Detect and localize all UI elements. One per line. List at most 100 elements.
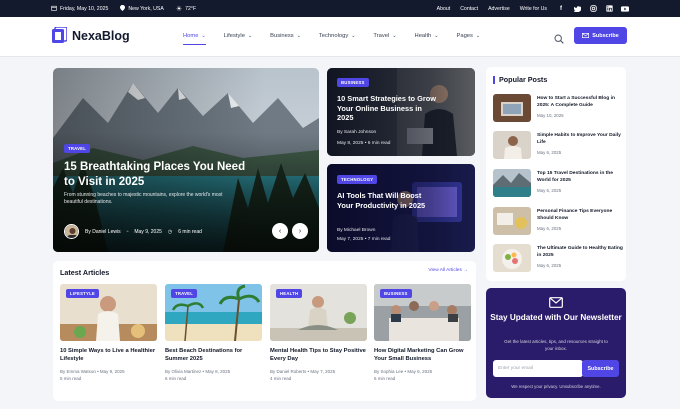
facebook-icon[interactable]: f	[557, 5, 565, 13]
hero-title[interactable]: 15 Breathtaking Places You Need to Visit…	[64, 160, 254, 189]
twitter-icon[interactable]	[573, 5, 581, 13]
next-slide-button[interactable]: ›	[292, 223, 308, 239]
nav-label: Technology	[318, 33, 349, 39]
location-pin-icon	[120, 4, 126, 13]
featured-hero-card[interactable]: TRAVEL 15 Breathtaking Places You Need t…	[53, 68, 319, 252]
author-name[interactable]: By Sophia Lee	[374, 369, 403, 374]
category-badge[interactable]: TRAVEL	[171, 289, 198, 298]
nav-item-travel[interactable]: Travel ⌄	[373, 33, 396, 39]
side-card-technology[interactable]: TECHNOLOGY AI Tools That Will Boost Your…	[327, 164, 475, 252]
search-icon[interactable]	[554, 31, 564, 44]
author-name[interactable]: By Daniel Roberts	[270, 369, 306, 374]
category-badge[interactable]: BUSINESS	[380, 289, 412, 298]
article-card[interactable]: LIFESTYLE 10 Simple Ways to Live a Healt…	[60, 284, 157, 382]
post-date: May 6, 2025	[537, 187, 562, 193]
popular-post-item[interactable]: Personal Finance Tips Everyone Should Kn…	[493, 207, 623, 235]
nav-label: Health	[414, 33, 432, 39]
category-badge[interactable]: HEALTH	[276, 289, 303, 298]
author-name[interactable]: By Emma Watson	[60, 369, 96, 374]
sun-icon: ☀	[175, 5, 183, 13]
popular-post-item[interactable]: Simple Habits to Improve Your Daily Life…	[493, 131, 623, 159]
category-badge[interactable]: BUSINESS	[337, 78, 369, 87]
post-date: May 7, 2025	[310, 369, 336, 374]
article-title[interactable]: How Digital Marketing Can Grow Your Smal…	[374, 347, 471, 363]
article-title[interactable]: Mental Health Tips to Stay Positive Ever…	[270, 347, 367, 363]
category-badge[interactable]: TRAVEL	[64, 144, 91, 153]
accent-bar	[493, 75, 495, 84]
post-title[interactable]: The Ultimate Guide to Healthy Eating in …	[537, 246, 623, 260]
side-card-business[interactable]: BUSINESS 10 Smart Strategies to Grow You…	[327, 68, 475, 156]
post-title[interactable]: Simple Habits to Improve Your Daily Life	[537, 133, 623, 147]
nav-item-business[interactable]: Business ⌄	[270, 33, 301, 39]
article-card[interactable]: BUSINESS How Digital Marketing Can Grow …	[374, 284, 471, 382]
arrow-right-icon: →	[463, 268, 468, 273]
article-meta: By Sophia Lee • May 6, 2025 6 min read	[374, 369, 433, 381]
subscribe-button[interactable]: Subscribe	[574, 27, 627, 44]
popular-post-item[interactable]: Top 15 Travel Destinations in the World …	[493, 169, 623, 197]
nav-label: Travel	[373, 33, 390, 39]
post-title[interactable]: Top 15 Travel Destinations in the World …	[537, 171, 623, 185]
post-title[interactable]: How to Start a Successful Blog in 2025: …	[537, 96, 623, 110]
author-name[interactable]: By Olivia Martinez	[165, 369, 201, 374]
category-badge[interactable]: TECHNOLOGY	[337, 175, 378, 184]
date-text: Friday, May 10, 2025	[60, 5, 109, 12]
location-text: New York, USA	[128, 5, 164, 12]
view-all-link[interactable]: View All Articles →	[428, 268, 468, 273]
chevron-down-icon: ⌄	[201, 33, 206, 39]
envelope-icon	[549, 295, 563, 313]
post-thumbnail	[493, 244, 531, 272]
post-date: May 8, 2025	[337, 141, 364, 146]
chevron-down-icon: ⌄	[247, 33, 253, 39]
newsletter-widget: Stay Updated with Our Newsletter Get the…	[486, 288, 626, 398]
nav-item-lifestyle[interactable]: Lifestyle ⌄	[224, 33, 252, 39]
side-card-author[interactable]: By Michael Brown	[337, 228, 375, 233]
post-date: May 7, 2025	[337, 237, 364, 242]
post-thumbnail	[493, 131, 531, 159]
nav-item-health[interactable]: Health ⌄	[415, 33, 439, 39]
link-advertise[interactable]: Advertise	[488, 6, 510, 12]
prev-slide-button[interactable]: ‹	[272, 223, 288, 239]
side-card-author[interactable]: By Sarah Johnson	[337, 130, 376, 135]
article-title[interactable]: Best Beach Destinations for Summer 2025	[165, 347, 262, 363]
calendar-icon	[51, 5, 57, 13]
article-meta: By Olivia Martinez • May 8, 2025 6 min re…	[165, 369, 231, 381]
side-card-title[interactable]: 10 Smart Strategies to Grow Your Online …	[337, 94, 437, 123]
linkedin-icon[interactable]	[605, 5, 613, 13]
privacy-note: We respect your privacy. Unsubscribe any…	[511, 384, 601, 389]
side-card-title[interactable]: AI Tools That Will Boost Your Productivi…	[337, 191, 437, 210]
article-image: TRAVEL	[165, 284, 262, 341]
author-avatar	[64, 224, 79, 239]
newsletter-description: Get the latest articles, tips, and resou…	[504, 339, 608, 351]
link-contact[interactable]: Contact	[460, 6, 478, 12]
article-image: HEALTH	[270, 284, 367, 341]
main-nav: Home ⌄ Lifestyle ⌄ Business ⌄ Technology ⌄ T…	[183, 33, 498, 45]
link-about[interactable]: About	[437, 6, 451, 12]
article-meta: By Daniel Roberts • May 7, 2025 4 min rea…	[270, 369, 336, 381]
newsletter-subscribe-button[interactable]: Subscribe	[582, 360, 619, 377]
article-title[interactable]: 10 Simple Ways to Live a Healthier Lifes…	[60, 347, 157, 363]
post-date: May 6, 2025	[537, 225, 562, 231]
site-logo[interactable]: NexaBlog	[52, 26, 130, 44]
category-badge[interactable]: LIFESTYLE	[66, 289, 99, 298]
youtube-icon[interactable]	[621, 5, 629, 13]
read-time: 6 min read	[367, 141, 391, 146]
link-write-for-us[interactable]: Write for Us	[520, 6, 547, 12]
instagram-icon[interactable]	[589, 5, 597, 13]
email-field[interactable]: Enter your email	[493, 360, 583, 377]
post-date: May 8, 2025	[205, 369, 231, 374]
nav-item-home[interactable]: Home ⌄	[183, 33, 206, 45]
popular-post-item[interactable]: How to Start a Successful Blog in 2025: …	[493, 94, 623, 122]
date-info: Friday, May 10, 2025	[51, 5, 108, 13]
read-time: 7 min read	[367, 237, 391, 242]
author-name[interactable]: By Daniel Lewis	[85, 229, 121, 235]
hero-description: From stunning beaches to majestic mounta…	[64, 192, 223, 205]
read-time: 5 min read	[60, 376, 82, 381]
post-date: May 9, 2025	[99, 369, 125, 374]
nav-item-technology[interactable]: Technology ⌄	[319, 33, 356, 39]
article-card[interactable]: TRAVEL Best Beach Destinations for Summe…	[165, 284, 262, 382]
nav-item-pages[interactable]: Pages ⌄	[456, 33, 480, 39]
post-title[interactable]: Personal Finance Tips Everyone Should Kn…	[537, 209, 623, 223]
article-card[interactable]: HEALTH Mental Health Tips to Stay Positi…	[270, 284, 367, 382]
popular-post-item[interactable]: The Ultimate Guide to Healthy Eating in …	[493, 244, 623, 272]
weather-text: 72°F	[185, 5, 197, 12]
